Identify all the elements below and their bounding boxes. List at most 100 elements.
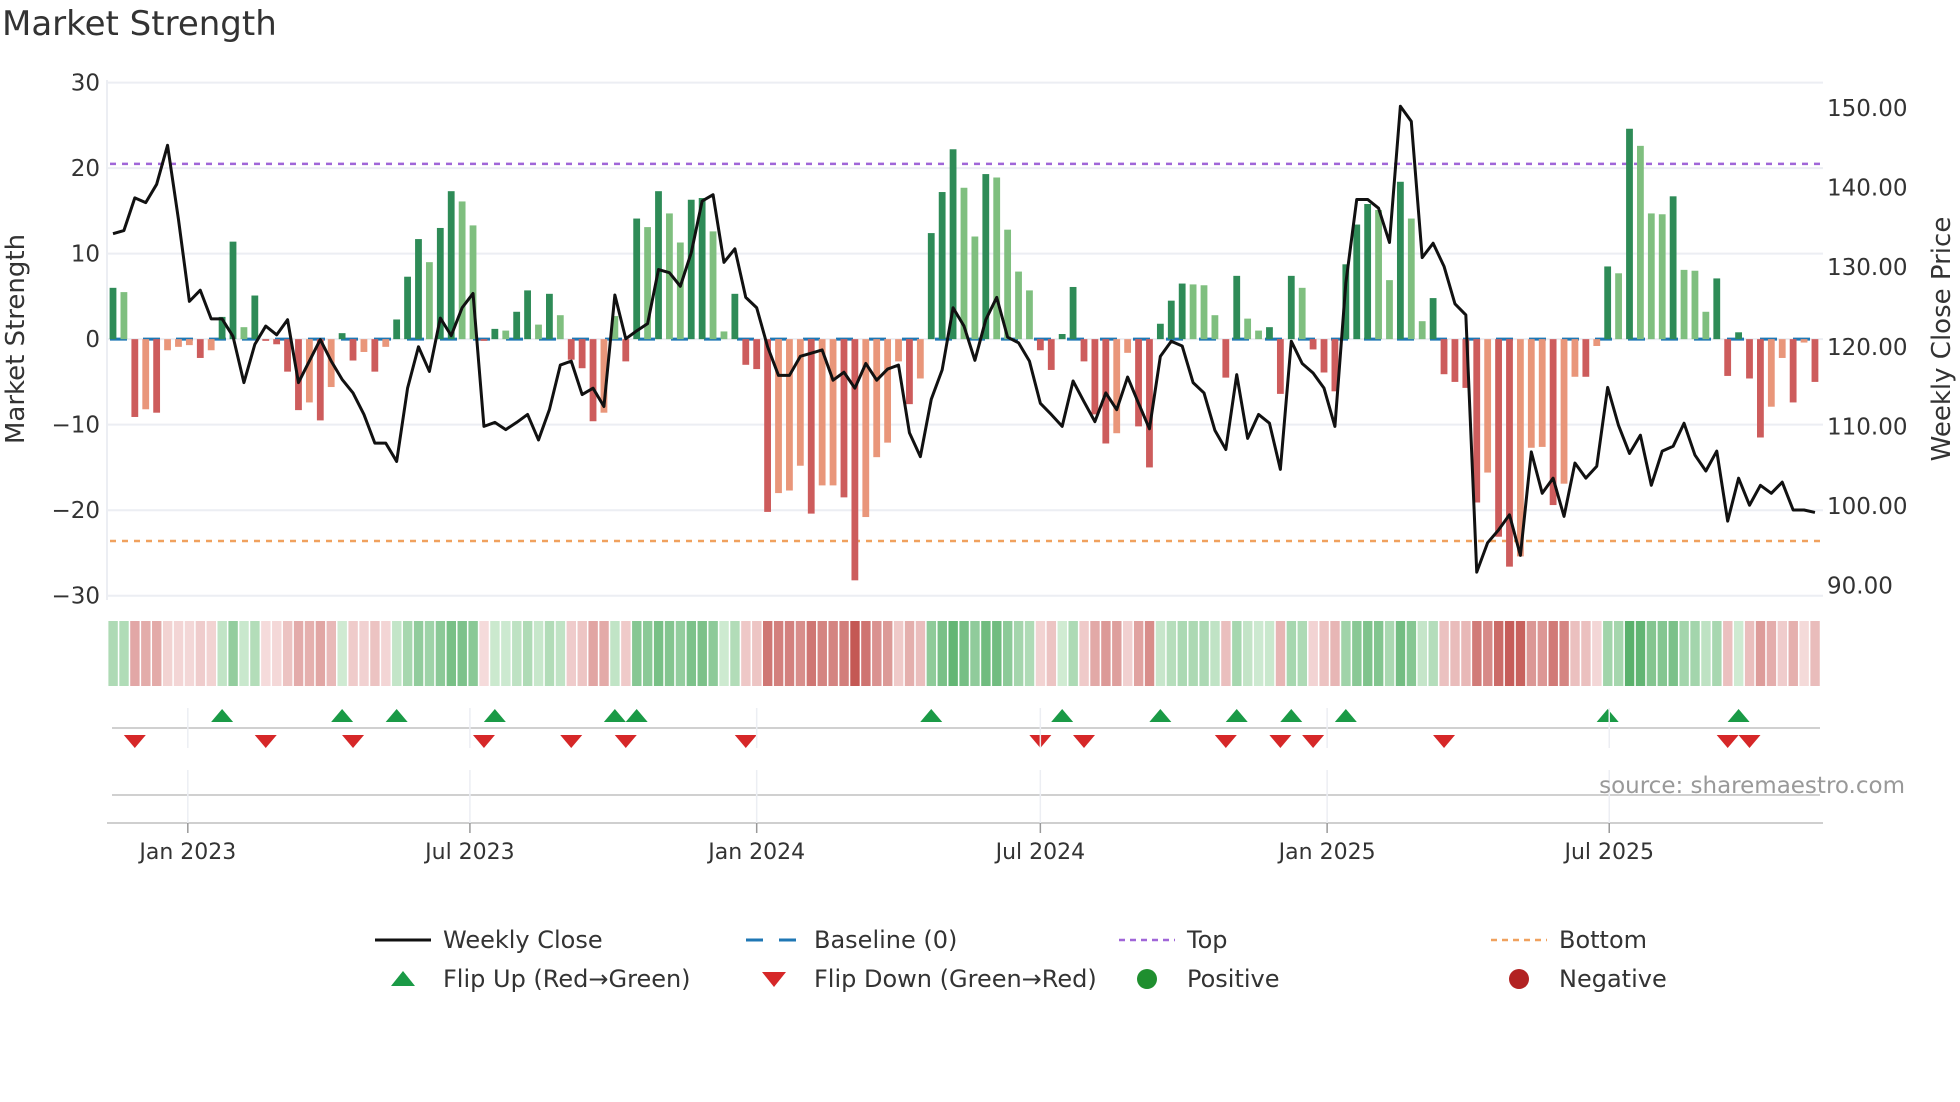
heat-cell bbox=[686, 621, 697, 686]
strength-bar bbox=[305, 339, 313, 403]
heat-cell bbox=[1777, 621, 1788, 686]
heat-cell bbox=[1570, 621, 1580, 686]
heat-cell bbox=[806, 621, 817, 686]
heat-cell bbox=[1406, 621, 1417, 686]
strength-bar bbox=[1069, 286, 1077, 340]
strength-bar bbox=[1211, 315, 1219, 340]
strength-bar bbox=[1255, 330, 1262, 340]
strength-bar bbox=[120, 292, 128, 340]
flip-down-marker bbox=[734, 735, 757, 748]
heat-cell bbox=[915, 621, 926, 686]
flip-up-icon bbox=[391, 971, 415, 986]
strength-bar bbox=[775, 339, 782, 494]
y-tick-left: 30 bbox=[71, 71, 100, 97]
strength-bar bbox=[1724, 339, 1732, 376]
strength-bar bbox=[1669, 196, 1677, 340]
heat-cell bbox=[817, 621, 827, 686]
strength-bar bbox=[1189, 284, 1197, 340]
flip-up-marker bbox=[211, 709, 234, 722]
heat-cell bbox=[326, 621, 336, 686]
strength-bar bbox=[720, 331, 728, 340]
heat-cell bbox=[828, 621, 838, 686]
heat-cell bbox=[1319, 621, 1329, 686]
positive-dot-icon bbox=[1137, 969, 1157, 989]
heat-cell bbox=[1123, 621, 1133, 686]
strength-bar bbox=[1080, 339, 1088, 362]
heat-cell bbox=[1101, 621, 1111, 686]
strength-bar bbox=[895, 339, 902, 362]
x-axis: Jan 2023 Jul 2023 Jan 2024 Jul 2024 Jan 2025… bbox=[107, 708, 1823, 865]
y-tick-right: 100.00 bbox=[1827, 494, 1907, 520]
heat-cell bbox=[621, 621, 631, 686]
heat-cell bbox=[577, 621, 587, 686]
strength-bar bbox=[1767, 339, 1775, 407]
strength-bar bbox=[1309, 339, 1317, 350]
heat-cell bbox=[250, 621, 260, 686]
heat-cell bbox=[1428, 621, 1438, 686]
heat-cell bbox=[697, 621, 707, 686]
heat-cell bbox=[1668, 621, 1678, 686]
strength-bar bbox=[1156, 323, 1164, 340]
heat-cell bbox=[228, 621, 238, 686]
heat-cell bbox=[1581, 621, 1591, 686]
strength-bar bbox=[360, 339, 368, 352]
heat-cell bbox=[1330, 621, 1340, 686]
strength-bar bbox=[273, 339, 281, 345]
heat-cell bbox=[501, 621, 511, 686]
heat-cell bbox=[610, 621, 620, 686]
heat-cell bbox=[1188, 621, 1198, 686]
heat-cell bbox=[1766, 621, 1777, 686]
flip-up-marker bbox=[1334, 709, 1357, 722]
heat-cell bbox=[381, 621, 391, 686]
y-tick-right: 110.00 bbox=[1827, 414, 1907, 440]
strength-bar bbox=[153, 339, 161, 413]
heat-cell bbox=[1264, 621, 1275, 686]
heat-cell bbox=[1515, 621, 1526, 686]
heat-cell bbox=[642, 621, 653, 686]
strength-bar bbox=[742, 339, 750, 365]
heat-cell bbox=[1657, 621, 1668, 686]
heat-cell bbox=[1046, 621, 1057, 686]
flip-up-marker bbox=[1280, 709, 1303, 722]
legend-close-label: Weekly Close bbox=[443, 926, 603, 954]
strength-bar bbox=[1004, 229, 1012, 340]
strength-bar bbox=[262, 339, 270, 341]
flip-up-marker bbox=[1727, 709, 1750, 722]
heat-cell bbox=[1799, 621, 1809, 686]
flip-up-marker bbox=[603, 709, 626, 722]
strength-bar bbox=[1604, 266, 1612, 340]
heat-cell bbox=[719, 621, 729, 686]
strength-bar bbox=[502, 330, 510, 340]
heat-cell bbox=[981, 621, 991, 686]
heat-cell bbox=[282, 621, 293, 686]
flip-down-marker bbox=[1214, 735, 1237, 748]
strength-bar bbox=[1746, 339, 1753, 379]
y-tick-left: −30 bbox=[51, 584, 100, 610]
strength-bar bbox=[873, 339, 881, 458]
heat-cell bbox=[533, 621, 544, 686]
heat-cell bbox=[1144, 621, 1155, 686]
strength-bar bbox=[480, 339, 488, 341]
strength-bar bbox=[655, 191, 662, 340]
flip-down-marker bbox=[472, 735, 495, 748]
heat-cell bbox=[970, 621, 980, 686]
heat-cell bbox=[1690, 621, 1700, 686]
heat-cell bbox=[708, 621, 718, 686]
heat-cell bbox=[1493, 621, 1504, 686]
y-tick-left: 0 bbox=[85, 327, 100, 353]
strength-bar bbox=[175, 339, 182, 347]
heat-cell bbox=[1352, 621, 1362, 686]
flip-down-marker bbox=[254, 735, 277, 748]
heat-cell bbox=[730, 621, 740, 686]
heat-cell bbox=[1079, 621, 1089, 686]
strength-bar bbox=[567, 339, 575, 360]
flip-up-marker bbox=[1051, 709, 1074, 722]
heat-cell bbox=[424, 621, 435, 686]
heat-cell bbox=[315, 621, 326, 686]
strength-bar bbox=[1124, 339, 1132, 353]
heat-cell bbox=[959, 621, 969, 686]
negative-dot-icon bbox=[1509, 969, 1529, 989]
heat-cell bbox=[1155, 621, 1166, 686]
heat-cell bbox=[1232, 621, 1242, 686]
strength-bar bbox=[1626, 128, 1633, 340]
